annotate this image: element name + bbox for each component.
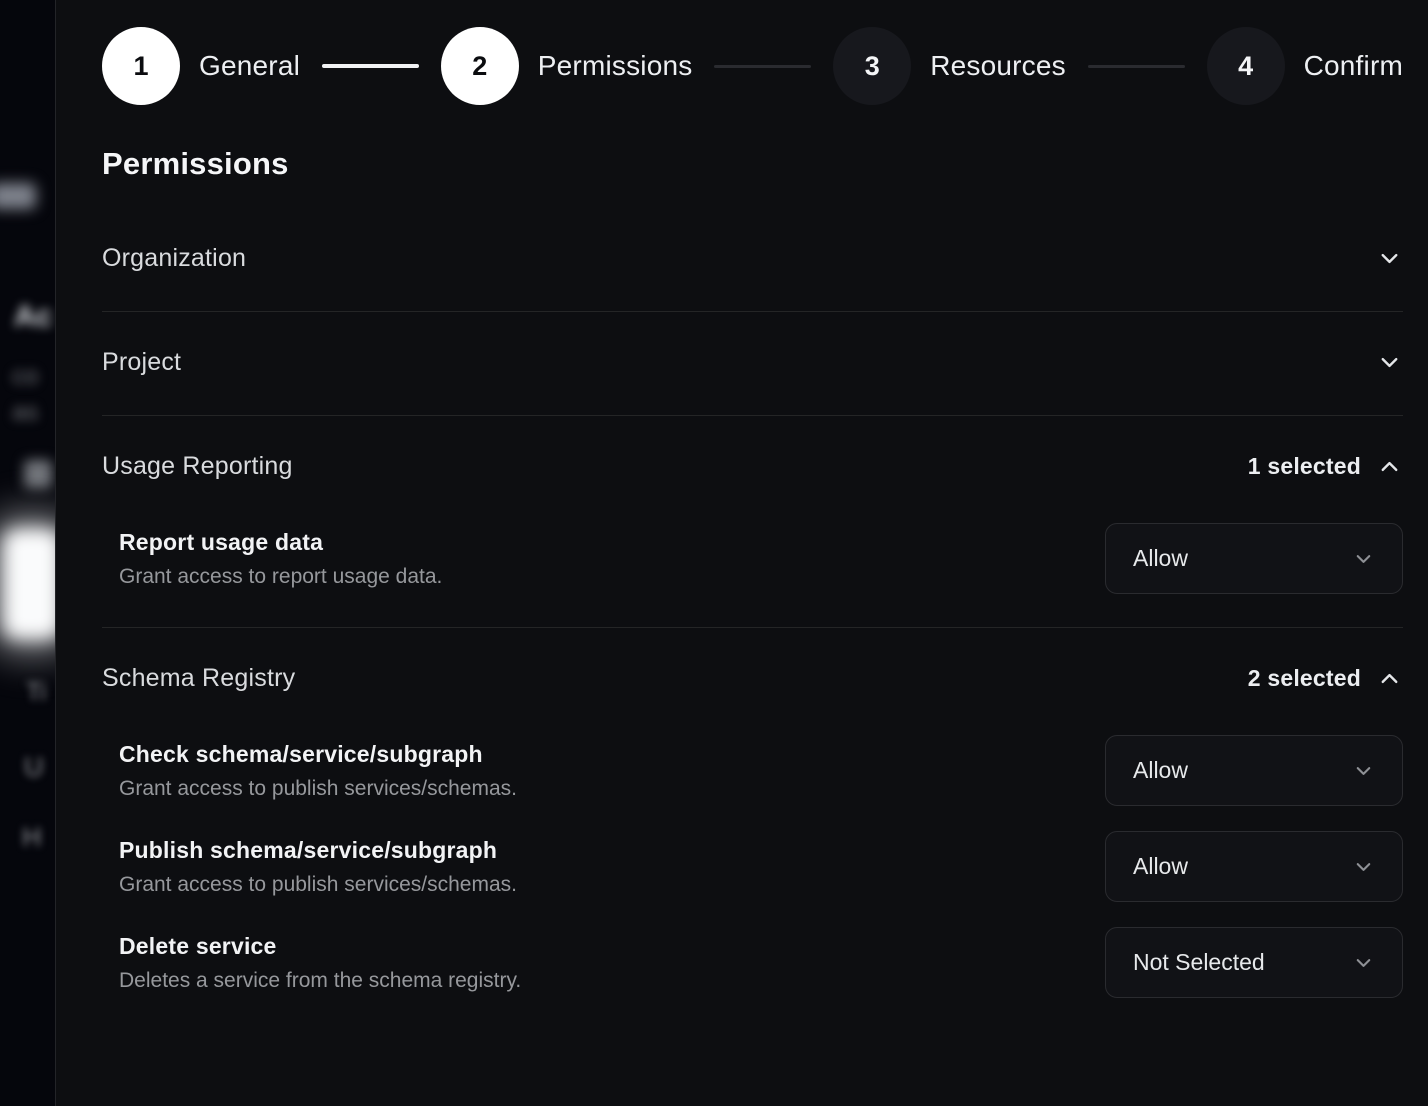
permission-description: Deletes a service from the schema regist… — [119, 969, 521, 993]
wizard-step-permissions[interactable]: 2 Permissions — [441, 27, 693, 105]
permission-description: Grant access to publish services/schemas… — [119, 777, 517, 801]
permission-select[interactable]: Allow — [1105, 831, 1403, 902]
section-title: Schema Registry — [102, 664, 295, 693]
permission-select[interactable]: Not Selected — [1105, 927, 1403, 998]
chevron-down-icon — [1376, 245, 1403, 272]
permission-description: Grant access to report usage data. — [119, 565, 442, 589]
blurred-highlight-card — [2, 528, 55, 640]
step-number-circle: 2 — [441, 27, 519, 105]
section-title: Usage Reporting — [102, 452, 293, 481]
blurred-brand-text: Ac — [14, 300, 55, 340]
chevron-up-icon — [1376, 665, 1403, 692]
permission-select-value: Allow — [1133, 757, 1188, 784]
permission-row: Report usage data Grant access to report… — [102, 523, 1403, 594]
permission-select-value: Allow — [1133, 545, 1188, 572]
step-connector — [714, 65, 811, 68]
wizard-stepper: 1 General 2 Permissions 3 Resources 4 Co… — [102, 27, 1403, 105]
step-number-circle: 4 — [1207, 27, 1285, 105]
chevron-down-icon — [1352, 547, 1375, 570]
blurred-text-line: co — [12, 362, 38, 391]
blurred-text-line: as — [12, 398, 38, 427]
section-header-usage-reporting[interactable]: Usage Reporting 1 selected — [102, 416, 1403, 519]
wizard-step-confirm[interactable]: 4 Confirm — [1207, 27, 1403, 105]
permission-select[interactable]: Allow — [1105, 523, 1403, 594]
blurred-menu-item: U — [24, 752, 44, 783]
permission-row: Check schema/service/subgraph Grant acce… — [102, 735, 1403, 806]
step-label: Confirm — [1304, 50, 1403, 82]
chevron-down-icon — [1352, 951, 1375, 974]
chevron-down-icon — [1376, 349, 1403, 376]
section-header-organization[interactable]: Organization — [102, 208, 1403, 311]
selected-count: 2 selected — [1248, 665, 1361, 692]
permission-row: Publish schema/service/subgraph Grant ac… — [102, 831, 1403, 902]
permission-title: Report usage data — [119, 529, 442, 556]
page-title: Permissions — [102, 146, 1403, 182]
wizard-step-general[interactable]: 1 General — [102, 27, 300, 105]
blurred-icon — [24, 460, 52, 488]
permission-description: Grant access to publish services/schemas… — [119, 873, 517, 897]
step-label: Permissions — [538, 50, 693, 82]
permission-select-value: Allow — [1133, 853, 1188, 880]
section-title: Organization — [102, 244, 246, 273]
chevron-up-icon — [1376, 453, 1403, 480]
step-number-circle: 1 — [102, 27, 180, 105]
permission-select-value: Not Selected — [1133, 949, 1265, 976]
blurred-menu-item: H — [22, 822, 42, 853]
create-key-wizard-panel: 1 General 2 Permissions 3 Resources 4 Co… — [55, 0, 1428, 1106]
section-header-schema-registry[interactable]: Schema Registry 2 selected — [102, 628, 1403, 731]
wizard-step-resources[interactable]: 3 Resources — [833, 27, 1066, 105]
permission-title: Delete service — [119, 933, 521, 960]
blurred-menu-item: Ti — [26, 678, 46, 707]
permissions-sections: Organization Project — [102, 208, 1403, 1031]
permission-title: Publish schema/service/subgraph — [119, 837, 517, 864]
permission-row: Delete service Deletes a service from th… — [102, 927, 1403, 998]
section-header-project[interactable]: Project — [102, 312, 1403, 415]
permission-select[interactable]: Allow — [1105, 735, 1403, 806]
section-title: Project — [102, 348, 181, 377]
chevron-down-icon — [1352, 855, 1375, 878]
blurred-pill — [0, 183, 36, 209]
permission-title: Check schema/service/subgraph — [119, 741, 517, 768]
step-label: General — [199, 50, 300, 82]
step-connector — [1088, 65, 1185, 68]
background-app-strip: Ac co as Ti U H — [0, 0, 55, 1106]
chevron-down-icon — [1352, 759, 1375, 782]
step-connector-active — [322, 64, 419, 68]
step-label: Resources — [930, 50, 1066, 82]
selected-count: 1 selected — [1248, 453, 1361, 480]
step-number-circle: 3 — [833, 27, 911, 105]
